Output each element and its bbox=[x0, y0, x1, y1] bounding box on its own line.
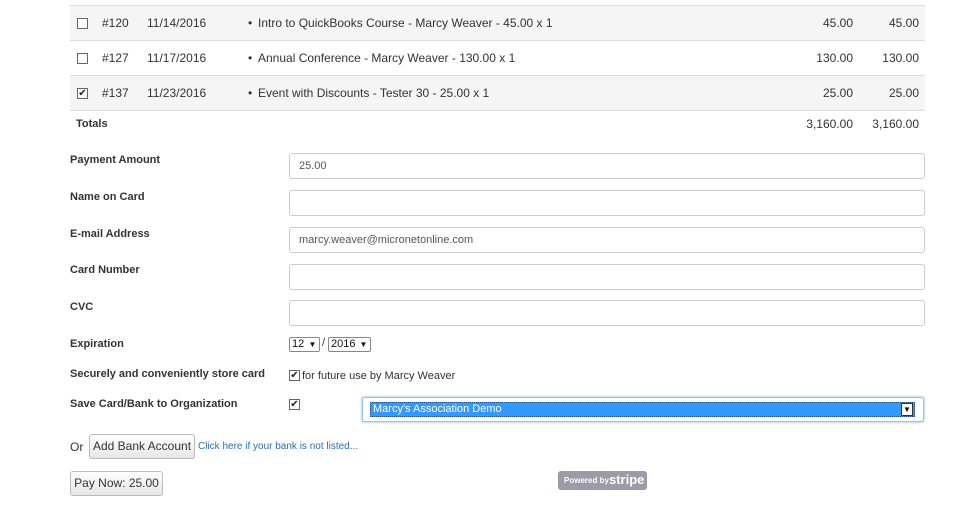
expiration-year-select[interactable]: 2016 ▼ bbox=[328, 337, 371, 352]
invoice-amount: 45.00 bbox=[822, 16, 853, 30]
payment-amount-label: Payment Amount bbox=[70, 154, 161, 166]
payment-amount-input[interactable]: 25.00 bbox=[289, 153, 925, 179]
expiration-month-select[interactable]: 12 ▼ bbox=[289, 337, 320, 352]
invoice-description: Event with Discounts - Tester 30 - 25.00… bbox=[258, 86, 490, 100]
invoice-amount: 25.00 bbox=[822, 86, 853, 100]
invoice-total: 25.00 bbox=[888, 86, 919, 100]
store-card-checkbox[interactable]: ✔ bbox=[289, 370, 300, 381]
table-row: #127 11/17/2016 • Annual Conference - Ma… bbox=[70, 40, 925, 75]
bullet-icon: • bbox=[248, 51, 253, 65]
invoice-checkbox[interactable]: ✔ bbox=[77, 88, 88, 99]
table-row: #120 11/14/2016 • Intro to QuickBooks Co… bbox=[70, 5, 925, 40]
or-label: Or bbox=[70, 440, 84, 454]
pay-now-button[interactable]: Pay Now: 25.00 bbox=[70, 471, 163, 496]
name-on-card-label: Name on Card bbox=[70, 191, 145, 203]
totals-label: Totals bbox=[76, 118, 108, 130]
invoice-description: Annual Conference - Marcy Weaver - 130.0… bbox=[258, 51, 516, 65]
bullet-icon: • bbox=[248, 86, 253, 100]
expiration-separator: / bbox=[322, 337, 326, 349]
expiration-month-value: 12 bbox=[292, 338, 305, 350]
invoice-description: Intro to QuickBooks Course - Marcy Weave… bbox=[258, 16, 553, 30]
email-label: E-mail Address bbox=[70, 228, 150, 240]
email-input[interactable]: marcy.weaver@micronetonline.com bbox=[289, 227, 925, 253]
organization-selected-option: Marcy's Association Demo ▼ bbox=[370, 402, 915, 417]
invoice-date: 11/17/2016 bbox=[147, 51, 207, 65]
stripe-badge: Powered by stripe bbox=[558, 471, 647, 490]
add-bank-account-button[interactable]: Add Bank Account bbox=[89, 434, 195, 459]
invoice-number: #120 bbox=[102, 16, 129, 30]
organization-select[interactable]: Marcy's Association Demo ▼ bbox=[362, 397, 924, 422]
invoice-checkbox[interactable] bbox=[77, 18, 88, 29]
invoice-total: 130.00 bbox=[882, 51, 919, 65]
invoice-number: #127 bbox=[102, 51, 129, 65]
card-number-label: Card Number bbox=[70, 264, 140, 276]
save-to-org-label: Save Card/Bank to Organization bbox=[70, 398, 238, 410]
table-row: ✔ #137 11/23/2016 • Event with Discounts… bbox=[70, 75, 925, 110]
cvc-input[interactable] bbox=[289, 300, 925, 326]
card-number-input[interactable] bbox=[289, 264, 925, 290]
cvc-label: CVC bbox=[70, 301, 94, 313]
totals-total: 3,160.00 bbox=[872, 117, 919, 131]
invoice-amount: 130.00 bbox=[816, 51, 853, 65]
invoice-date: 11/23/2016 bbox=[147, 86, 207, 100]
chevron-down-icon: ▼ bbox=[901, 403, 913, 416]
stripe-logo: stripe bbox=[609, 472, 645, 487]
store-card-label: Securely and conveniently store card bbox=[70, 368, 266, 380]
expiration-label: Expiration bbox=[70, 338, 124, 350]
invoice-number: #137 bbox=[102, 86, 129, 100]
invoice-total: 45.00 bbox=[888, 16, 919, 30]
invoice-date: 11/14/2016 bbox=[147, 16, 207, 30]
save-to-org-checkbox[interactable]: ✔ bbox=[289, 399, 300, 410]
chevron-down-icon: ▼ bbox=[359, 340, 368, 349]
stripe-powered-by: Powered by bbox=[564, 476, 609, 485]
store-card-text: for future use by Marcy Weaver bbox=[302, 370, 456, 382]
expiration-year-value: 2016 bbox=[331, 338, 356, 350]
totals-row: Totals 3,160.00 3,160.00 bbox=[70, 110, 925, 138]
invoice-checkbox[interactable] bbox=[77, 53, 88, 64]
name-on-card-input[interactable] bbox=[289, 190, 925, 216]
totals-amount: 3,160.00 bbox=[806, 117, 853, 131]
bullet-icon: • bbox=[248, 16, 253, 30]
bank-not-listed-link[interactable]: Click here if your bank is not listed... bbox=[198, 441, 358, 452]
chevron-down-icon: ▼ bbox=[308, 340, 317, 349]
organization-selected-value: Marcy's Association Demo bbox=[373, 403, 502, 415]
